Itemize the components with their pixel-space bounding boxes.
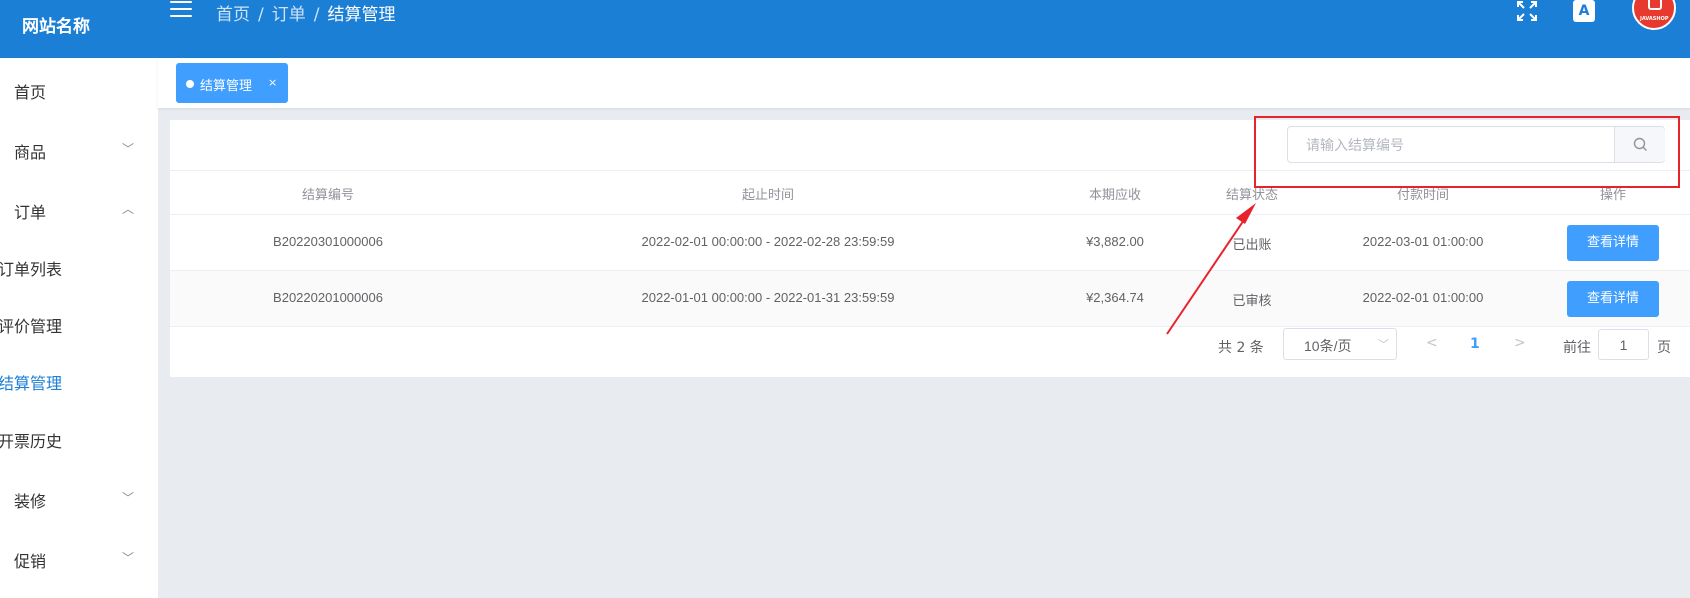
close-icon[interactable]: × [268, 76, 277, 89]
page-size-select[interactable]: 10条/页 ﹀ [1283, 328, 1397, 360]
site-logo: 网站名称 [22, 17, 90, 37]
view-detail-button[interactable]: 查看详情 [1567, 281, 1659, 317]
chevron-down-icon: ﹀ [1378, 338, 1389, 351]
sidebar-item-order[interactable]: 订单 ︿ [0, 190, 158, 230]
shop-bag-icon [1648, 0, 1662, 10]
sidebar-item-decoration[interactable]: 装修 ﹀ [0, 479, 158, 519]
pagination-total: 共 2 条 [1218, 340, 1264, 356]
sidebar-item-reviews[interactable]: 评价管理 [0, 304, 158, 344]
page-number[interactable]: 1 [1470, 336, 1480, 352]
sidebar-item-home[interactable]: 首页 [0, 70, 158, 110]
chevron-down-icon: ﹀ [122, 551, 135, 565]
breadcrumb-current: 结算管理 [327, 5, 396, 25]
breadcrumb: 首页 / 订单 / 结算管理 [216, 5, 396, 25]
sidebar-item-promotion[interactable]: 促销 ﹀ [0, 539, 158, 579]
sidebar-item-settlement[interactable]: 结算管理 [0, 361, 158, 401]
chevron-down-icon: ﹀ [122, 142, 135, 156]
goto-page-input[interactable] [1598, 329, 1649, 360]
col-header-id: 结算编号 [301, 188, 355, 203]
table-row: B20220301000006 2022-02-01 00:00:00 - 20… [170, 215, 1690, 271]
page-suffix: 页 [1657, 340, 1671, 356]
prev-page-icon[interactable]: < [1426, 335, 1438, 351]
sidebar-item-order-list[interactable]: 订单列表 [0, 247, 158, 287]
breadcrumb-order[interactable]: 订单 [272, 5, 306, 25]
pagination: 共 2 条 10条/页 ﹀ < 1 > 前往 页 [170, 327, 1690, 367]
goto-label: 前往 [1563, 340, 1591, 356]
menu-toggle-icon[interactable] [170, 1, 192, 19]
fullscreen-icon[interactable] [1516, 0, 1538, 22]
sidebar-item-goods[interactable]: 商品 ﹀ [0, 130, 158, 170]
avatar[interactable]: JAVASHOP [1632, 0, 1676, 30]
breadcrumb-home[interactable]: 首页 [216, 5, 250, 25]
chevron-down-icon: ﹀ [122, 491, 135, 505]
tabs-bar: 结算管理 × [158, 58, 1690, 108]
top-bar: 网站名称 首页 / 订单 / 结算管理 A JAVASHOP [0, 0, 1690, 58]
annotation-highlight-box [1254, 116, 1680, 188]
sidebar: 首页 商品 ﹀ 订单 ︿ 订单列表 评价管理 结算管理 开票历史 装修 ﹀ 促销… [0, 58, 158, 598]
chevron-up-icon: ︿ [122, 202, 135, 216]
table-row: B20220201000006 2022-01-01 00:00:00 - 20… [170, 271, 1690, 327]
col-header-amount: 本期应收 [1088, 188, 1142, 203]
view-detail-button[interactable]: 查看详情 [1567, 225, 1659, 261]
col-header-period: 起止时间 [741, 188, 795, 203]
sidebar-item-invoice-history[interactable]: 开票历史 [0, 419, 158, 459]
next-page-icon[interactable]: > [1514, 335, 1526, 351]
language-icon[interactable]: A [1573, 0, 1595, 22]
tab-settlement[interactable]: 结算管理 × [176, 63, 288, 103]
active-dot-icon [186, 80, 194, 88]
